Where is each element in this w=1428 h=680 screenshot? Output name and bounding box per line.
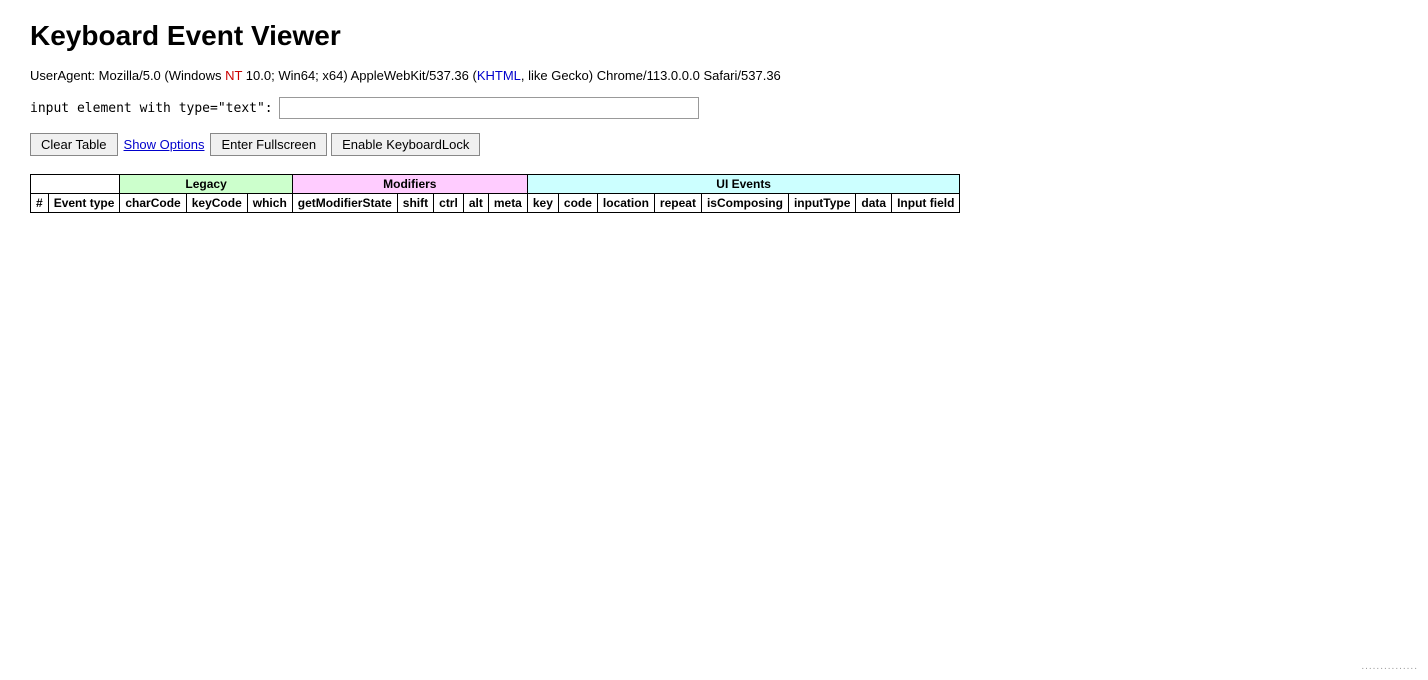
col-header-num: #: [31, 194, 49, 213]
page-title: Keyboard Event Viewer: [30, 20, 1398, 52]
user-agent-middle: 10.0; Win64; x64) AppleWebKit/537.36 (: [242, 68, 477, 83]
col-header-input-field: Input field: [892, 194, 960, 213]
col-header-keycode: keyCode: [186, 194, 247, 213]
show-options-button[interactable]: Show Options: [122, 134, 207, 155]
clear-table-button[interactable]: Clear Table: [30, 133, 118, 156]
enable-keyboard-lock-button[interactable]: Enable KeyboardLock: [331, 133, 480, 156]
input-row: input element with type="text":: [30, 97, 1398, 119]
col-header-shift: shift: [397, 194, 433, 213]
user-agent-suffix: , like Gecko) Chrome/113.0.0.0 Safari/53…: [521, 68, 781, 83]
col-header-inputtype: inputType: [788, 194, 855, 213]
input-label: input element with type="text":: [30, 101, 273, 116]
khtml-text: KHTML: [477, 68, 521, 83]
col-header-ctrl: ctrl: [434, 194, 464, 213]
event-table: Legacy Modifiers UI Events # Event type …: [30, 174, 960, 213]
modifiers-group-header: Modifiers: [292, 175, 527, 194]
enter-fullscreen-button[interactable]: Enter Fullscreen: [210, 133, 327, 156]
user-agent-prefix: UserAgent: Mozilla/5.0 (Windows: [30, 68, 225, 83]
col-header-which: which: [247, 194, 292, 213]
col-header-getmodifierstate: getModifierState: [292, 194, 397, 213]
col-header-repeat: repeat: [654, 194, 701, 213]
col-header-code: code: [558, 194, 597, 213]
col-header-meta: meta: [488, 194, 527, 213]
legacy-group-header: Legacy: [120, 175, 292, 194]
col-header-event-type: Event type: [48, 194, 120, 213]
nt-text: NT: [225, 68, 242, 83]
col-header-alt: alt: [463, 194, 488, 213]
button-row: Clear Table Show Options Enter Fullscree…: [30, 133, 1398, 156]
dotted-line-decoration: ...............: [1361, 661, 1418, 672]
col-header-iscomposing: isComposing: [701, 194, 788, 213]
col-header-key: key: [527, 194, 558, 213]
col-header-data: data: [856, 194, 892, 213]
ui-events-group-header: UI Events: [527, 175, 960, 194]
col-header-charcode: charCode: [120, 194, 186, 213]
col-header-location: location: [597, 194, 654, 213]
empty-group-header: [31, 175, 120, 194]
user-agent-info: UserAgent: Mozilla/5.0 (Windows NT 10.0;…: [30, 68, 1398, 83]
text-input[interactable]: [279, 97, 699, 119]
